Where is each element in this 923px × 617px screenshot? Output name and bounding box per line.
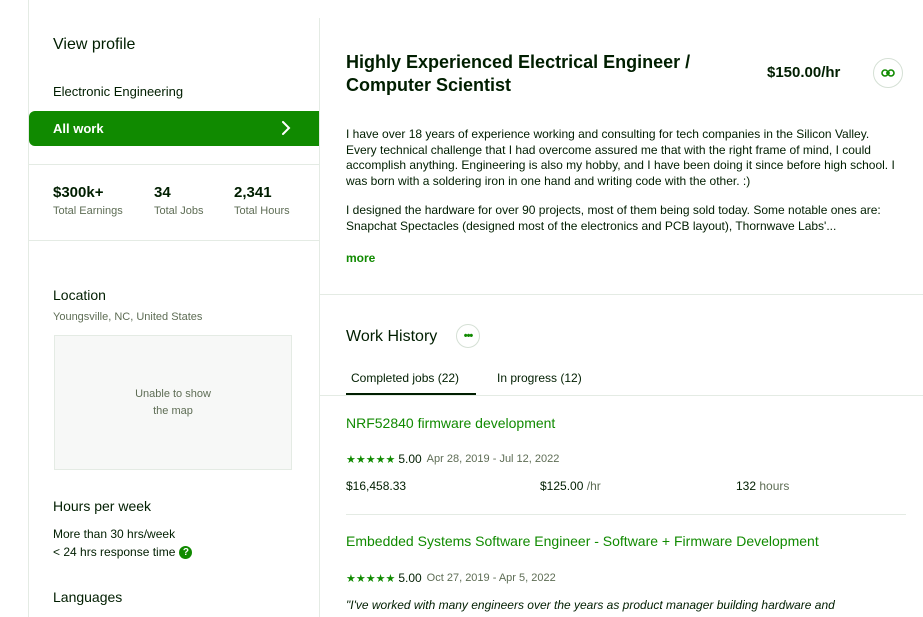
job-hours-unit: hours xyxy=(759,479,790,493)
sidebar-divider xyxy=(29,164,319,165)
stat-label: Total Earnings xyxy=(53,205,123,217)
job-score: 5.00 xyxy=(398,452,422,466)
stat-total-jobs: 34 Total Jobs xyxy=(154,184,204,217)
specialty-link[interactable]: Electronic Engineering xyxy=(53,84,183,99)
star-icon: ★★★★★ xyxy=(346,572,396,585)
job-title-link[interactable]: NRF52840 firmware development xyxy=(346,415,555,431)
profile-title: Highly Experienced Electrical Engineer /… xyxy=(346,52,691,95)
job-feedback-quote: "I've worked with many engineers over th… xyxy=(346,598,835,612)
job-rate-value: $125.00 xyxy=(540,479,584,493)
job-rating: ★★★★★ 5.00 Oct 27, 2019 - Apr 5, 2022 xyxy=(346,571,556,585)
copy-link-button[interactable] xyxy=(873,58,903,88)
question-icon[interactable]: ? xyxy=(179,545,193,559)
job-score: 5.00 xyxy=(398,571,422,585)
languages-heading: Languages xyxy=(53,589,123,605)
map-message: Unable to show the map xyxy=(135,387,211,417)
profile-description: I have over 18 years of experience worki… xyxy=(346,127,896,248)
star-icon: ★★★★★ xyxy=(346,453,396,466)
job-earned: $16,458.33 xyxy=(346,479,407,493)
profile-sidebar: View profile Electronic Engineering All … xyxy=(29,0,319,617)
section-divider xyxy=(320,294,923,295)
description-paragraph: I have over 18 years of experience worki… xyxy=(346,127,895,188)
work-history-heading: Work History xyxy=(346,328,438,345)
stat-total-hours: 2,341 Total Hours xyxy=(234,184,290,217)
stat-value: 2,341 xyxy=(234,184,272,201)
job-hours: 132 hours xyxy=(736,479,789,493)
more-dots-icon[interactable]: ••• xyxy=(456,324,480,348)
response-time-label: < 24 hrs response time xyxy=(53,545,176,559)
job-hours-value: 132 xyxy=(736,479,757,493)
map-placeholder: Unable to show the map xyxy=(54,335,292,470)
all-work-button[interactable]: All work xyxy=(29,111,319,146)
job-dates: Oct 27, 2019 - Apr 5, 2022 xyxy=(426,572,556,584)
all-work-label: All work xyxy=(53,121,104,136)
more-link[interactable]: more xyxy=(346,251,375,265)
sidebar-divider xyxy=(29,240,319,241)
job-rate-unit: /hr xyxy=(586,479,601,493)
response-time: < 24 hrs response time ? xyxy=(53,545,193,559)
stat-value: 34 xyxy=(154,184,171,201)
stat-label: Total Jobs xyxy=(154,205,204,217)
tabs-divider xyxy=(320,395,923,396)
description-paragraph: I designed the hardware for over 90 proj… xyxy=(346,203,881,233)
job-divider xyxy=(346,514,906,515)
stat-label: Total Hours xyxy=(234,205,290,217)
link-icon xyxy=(881,69,895,77)
tab-in-progress[interactable]: In progress (12) xyxy=(497,371,582,385)
hourly-rate: $150.00/hr xyxy=(767,64,841,81)
job-rate: $125.00 /hr xyxy=(540,479,601,493)
job-dates: Apr 28, 2019 - Jul 12, 2022 xyxy=(426,453,560,465)
tab-completed-jobs[interactable]: Completed jobs (22) xyxy=(351,371,459,385)
chevron-right-icon xyxy=(282,121,291,135)
hours-per-week-value: More than 30 hrs/week xyxy=(53,527,176,541)
view-profile-heading: View profile xyxy=(53,36,136,53)
location-heading: Location xyxy=(53,287,106,303)
profile-main: Highly Experienced Electrical Engineer /… xyxy=(320,0,923,617)
job-title-link[interactable]: Embedded Systems Software Engineer - Sof… xyxy=(346,533,819,549)
stat-total-earnings: $300k+ Total Earnings xyxy=(53,184,123,217)
job-rating: ★★★★★ 5.00 Apr 28, 2019 - Jul 12, 2022 xyxy=(346,452,559,466)
stat-value: $300k+ xyxy=(53,184,104,201)
location-value: Youngsville, NC, United States xyxy=(53,311,203,323)
hours-per-week-heading: Hours per week xyxy=(53,498,152,514)
